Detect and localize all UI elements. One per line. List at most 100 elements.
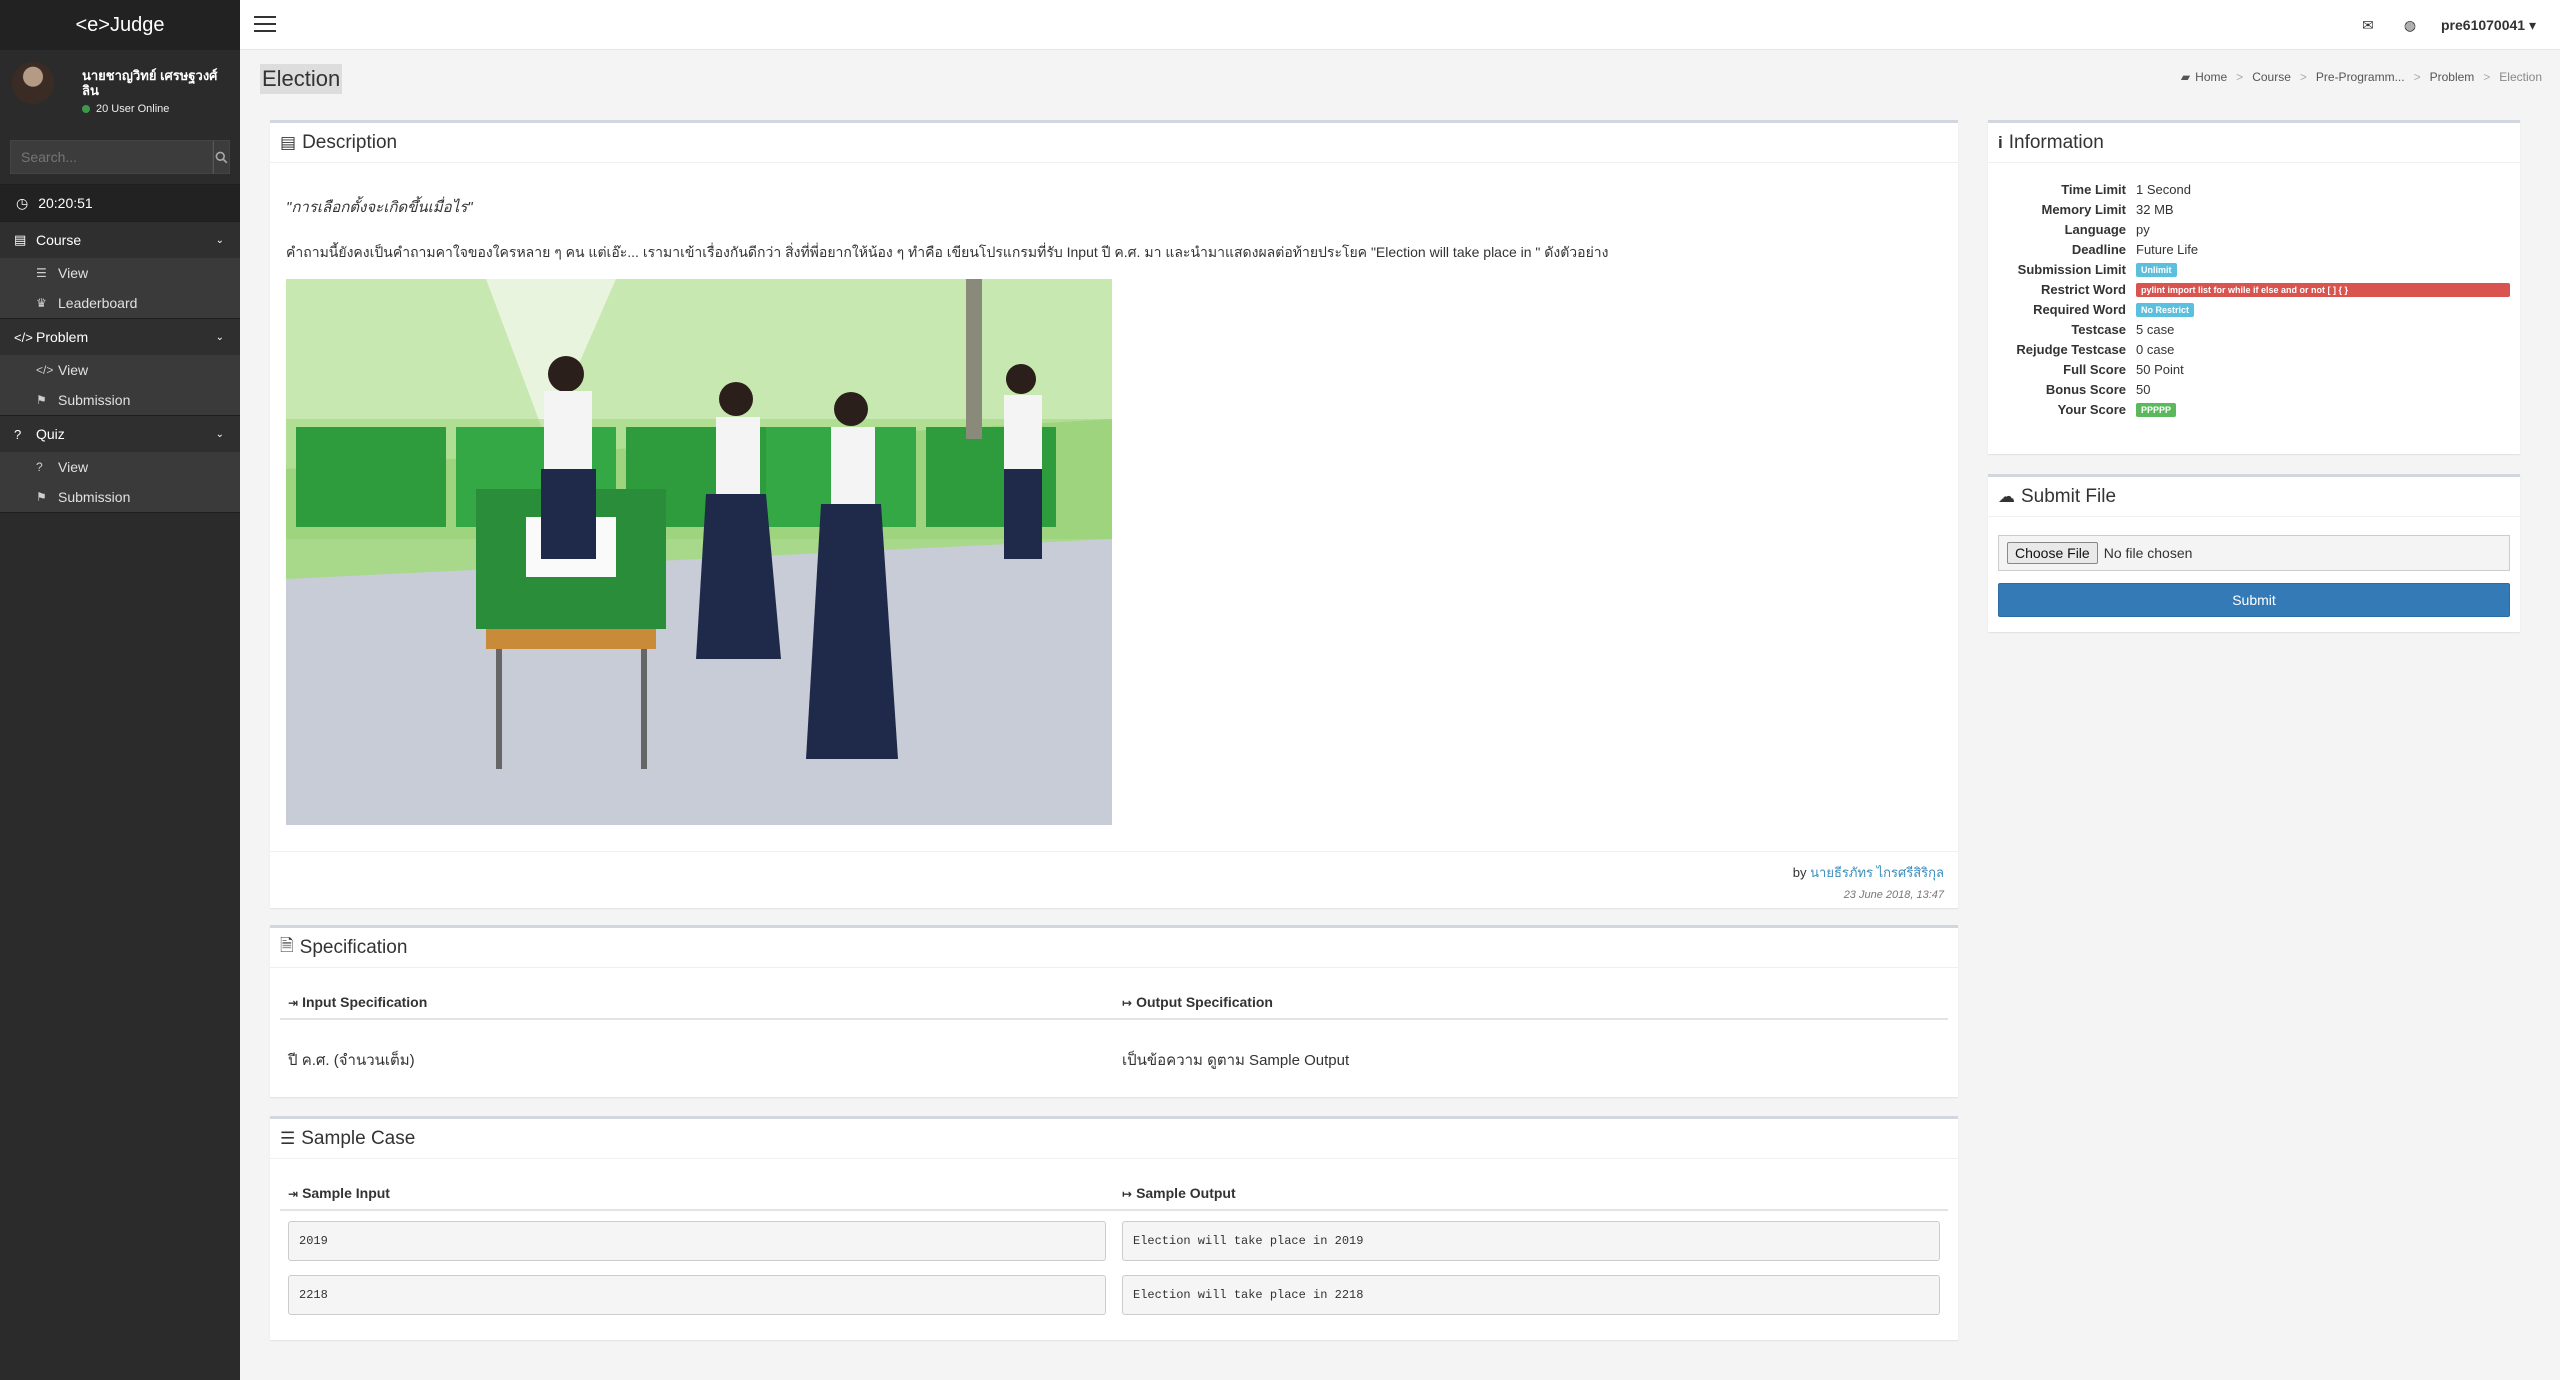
- chevron-down-icon: ⌄: [215, 234, 224, 246]
- app-logo[interactable]: <e>Judge: [0, 0, 240, 50]
- sidebar-item-quiz-submission[interactable]: ⚑ Submission: [0, 482, 240, 512]
- info-row: Bonus Score 50: [1988, 379, 2520, 399]
- search-button[interactable]: [213, 140, 230, 174]
- question-icon: ?: [14, 426, 22, 442]
- info-row: Testcase 5 case: [1988, 319, 2520, 339]
- sidebar-item-label: Submission: [58, 489, 131, 505]
- info-key: Bonus Score: [2045, 381, 2126, 397]
- info-key: Memory Limit: [2041, 201, 2126, 217]
- info-key: Your Score: [2057, 401, 2126, 417]
- sidebar-item-problem-view[interactable]: </> View: [0, 355, 240, 385]
- sidebar-item-leaderboard[interactable]: ♛ Leaderboard: [0, 288, 240, 318]
- sample-input-1[interactable]: 2019: [288, 1221, 1106, 1261]
- sidebar-item-quiz-view[interactable]: ? View: [0, 452, 240, 482]
- author-link[interactable]: นายธีรภัทร ไกรศรีสิริกุล: [1810, 865, 1944, 880]
- sample-input-2[interactable]: 2218: [288, 1275, 1106, 1315]
- file-icon: 🗎: [280, 936, 294, 955]
- specification-title-text: Specification: [299, 936, 408, 958]
- sample-output-2[interactable]: Election will take place in 2218: [1122, 1275, 1940, 1315]
- sidebar-item-label: View: [58, 362, 89, 378]
- info-icon: i: [1998, 132, 2003, 152]
- clock-icon: ◷: [16, 194, 29, 211]
- info-key: Rejudge Testcase: [2016, 341, 2126, 357]
- info-key: Deadline: [2071, 241, 2126, 257]
- post-date: 23 June 2018, 13:47: [1843, 889, 1944, 901]
- clock: ◷ 20:20:51: [0, 184, 240, 222]
- online-dot-icon: [82, 105, 90, 113]
- info-key: Restrict Word: [2041, 281, 2126, 297]
- list-icon: ☰: [36, 266, 47, 280]
- sign-out-icon: ↦: [1122, 1187, 1133, 1201]
- user-menu[interactable]: pre61070041 ▾: [2431, 17, 2548, 34]
- output-spec-header: ↦ Output Specification: [1114, 982, 1948, 1020]
- search-icon: [215, 151, 228, 163]
- by-label: by: [1792, 865, 1807, 880]
- info-row: Rejudge Testcase 0 case: [1988, 339, 2520, 359]
- output-spec-value: เป็นข้อความ ดูตาม Sample Output: [1122, 1052, 1350, 1069]
- online-status: 20 User Online: [82, 103, 217, 115]
- chevron-down-icon: ⌄: [215, 331, 224, 343]
- specification-box: 🗎 Specification ⇥ Input Specification ปี …: [270, 925, 1958, 1097]
- nav-group-problem: </> Problem ⌄ </> View ⚑ Submission: [0, 319, 240, 416]
- info-key: Testcase: [2071, 321, 2126, 337]
- sidebar-item-label: View: [58, 265, 89, 281]
- code-icon: </>: [36, 363, 54, 377]
- clock-time: 20:20:51: [38, 195, 93, 211]
- list-alt-icon: ▤: [280, 132, 297, 152]
- sidebar-item-label: Submission: [58, 392, 131, 408]
- code-icon: </>: [14, 329, 33, 345]
- information-box: i Information Time Limit 1 Second Memory …: [1988, 120, 2520, 454]
- sample-output-1[interactable]: Election will take place in 2019: [1122, 1221, 1940, 1261]
- chevron-down-icon: ⌄: [215, 428, 224, 440]
- flag-icon: ⚑: [36, 490, 47, 504]
- sidebar-item-label: Problem: [36, 329, 89, 345]
- sidebar-item-course[interactable]: ▤ Course ⌄: [0, 222, 240, 258]
- trophy-icon: ♛: [36, 296, 47, 310]
- breadcrumb-current: Election: [2499, 70, 2542, 84]
- your-score-badge: PPPPP: [2136, 403, 2177, 417]
- nav-group-quiz: ? Quiz ⌄ ? View ⚑ Submission: [0, 416, 240, 513]
- sidebar-item-quiz[interactable]: ? Quiz ⌄: [0, 416, 240, 452]
- description-footer: by นายธีรภัทร ไกรศรีสิริกุล 23 June 2018…: [270, 851, 1958, 901]
- submit-file-title-text: Submit File: [2021, 485, 2117, 507]
- file-input[interactable]: Choose File No file chosen: [1998, 535, 2510, 571]
- information-table: Time Limit 1 Second Memory Limit 32 MB Lan…: [1988, 179, 2520, 419]
- info-value: 32 MB: [2136, 201, 2174, 217]
- sidebar-item-course-view[interactable]: ☰ View: [0, 258, 240, 288]
- breadcrumb-course-name[interactable]: Pre-Programm...: [2316, 70, 2405, 84]
- info-key: Full Score: [2063, 361, 2126, 377]
- menu-toggle-icon[interactable]: [254, 16, 276, 32]
- info-key: Submission Limit: [2017, 261, 2126, 277]
- info-value: 5 case: [2136, 321, 2175, 337]
- sign-in-icon: ⇥: [288, 1187, 299, 1201]
- info-row: Full Score 50 Point: [1988, 359, 2520, 379]
- output-spec-label: Output Specification: [1136, 994, 1273, 1010]
- breadcrumb-course[interactable]: Course: [2252, 70, 2291, 84]
- question-icon: ?: [36, 460, 43, 474]
- breadcrumb-home[interactable]: Home: [2195, 70, 2227, 84]
- info-value: Future Life: [2136, 241, 2199, 257]
- flag-icon: ⚑: [36, 393, 47, 407]
- globe-icon[interactable]: ◍: [2389, 17, 2431, 34]
- sign-out-icon: ↦: [1122, 996, 1133, 1010]
- choose-file-button[interactable]: Choose File: [2007, 542, 2098, 564]
- description-quote: "การเลือกตั้งจะเกิดขึ้นเมื่อไร": [286, 199, 473, 216]
- user-name-line1: นายชาญวิทย์ เศรษฐวงศ์: [82, 68, 218, 83]
- submit-button[interactable]: Submit: [1998, 583, 2510, 617]
- submit-file-box: ☁ Submit File Choose File No file chosen…: [1988, 474, 2520, 632]
- envelope-icon[interactable]: ✉: [2347, 17, 2389, 34]
- breadcrumb-problem[interactable]: Problem: [2430, 70, 2475, 84]
- info-row: Submission Limit Unlimit: [1988, 259, 2520, 279]
- sample-input-label: Sample Input: [302, 1185, 390, 1201]
- sample-output-header: ↦ Sample Output: [1114, 1173, 1948, 1211]
- cloud-upload-icon: ☁: [1998, 486, 2015, 506]
- description-title: ▤ Description: [270, 123, 1958, 163]
- submit-file-title: ☁ Submit File: [1988, 477, 2520, 517]
- info-value: 50: [2136, 381, 2151, 397]
- sidebar-item-problem[interactable]: </> Problem ⌄: [0, 319, 240, 355]
- specification-title: 🗎 Specification: [270, 928, 1958, 968]
- sidebar-item-problem-submission[interactable]: ⚑ Submission: [0, 385, 240, 415]
- info-value: py: [2136, 221, 2150, 237]
- avatar: [12, 62, 54, 104]
- search-input[interactable]: [10, 140, 213, 174]
